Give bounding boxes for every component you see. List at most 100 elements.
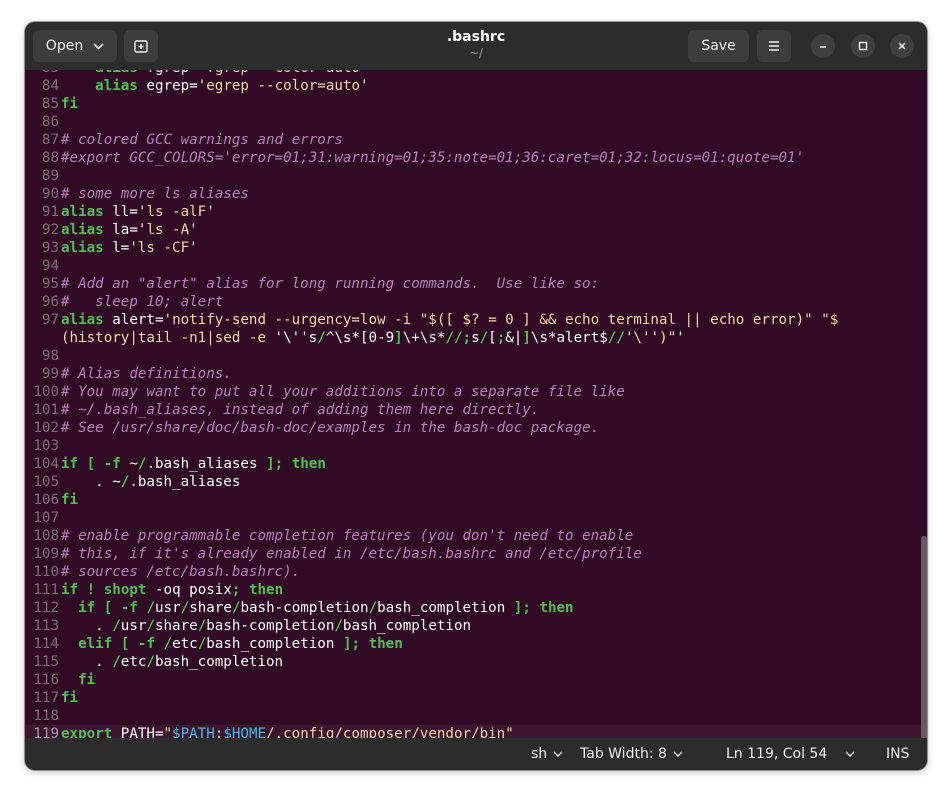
line-text: # some more ls aliases	[61, 186, 249, 202]
status-bar: sh Tab Width: 8 Ln 119, Col 54 INS	[25, 738, 927, 770]
line-number: 118	[33, 708, 59, 724]
go-to-line-dropdown[interactable]	[845, 738, 855, 770]
new-tab-button[interactable]	[124, 30, 158, 62]
line-number	[25, 329, 59, 347]
line-number: 91	[41, 204, 59, 220]
code-line[interactable]: 106 fi	[25, 491, 927, 509]
vertical-scrollbar[interactable]	[921, 536, 927, 738]
line-number: 98	[41, 348, 59, 364]
line-number: 90	[41, 186, 59, 202]
line-text: # ~/.bash_aliases, instead of adding the…	[61, 402, 540, 418]
line-text: if [ -f /usr/share/bash-completion/bash_…	[78, 600, 574, 616]
text-editor-view[interactable]: 83 alias fgrep='fgrep --color=auto'84 al…	[25, 70, 927, 738]
line-text: # colored GCC warnings and errors	[61, 132, 343, 148]
line-text: fi	[61, 492, 79, 508]
code-line[interactable]: 108 # enable programmable completion feat…	[25, 527, 927, 545]
code-line[interactable]: 90 # some more ls aliases	[25, 185, 927, 203]
open-button[interactable]: Open	[33, 30, 117, 62]
line-text: # See /usr/share/doc/bash-doc/examples i…	[61, 420, 600, 436]
line-number: 115	[33, 654, 59, 670]
new-tab-icon	[134, 40, 148, 53]
line-number: 83	[25, 70, 59, 77]
line-number: 116	[33, 672, 59, 688]
line-text: . /usr/share/bash-completion/bash_comple…	[61, 618, 472, 634]
code-line[interactable]: 93 alias l='ls -CF'	[25, 239, 927, 257]
code-line[interactable]: 84 alias egrep='egrep --color=auto'	[25, 77, 927, 95]
code-line[interactable]: 115 . /etc/bash_completion	[25, 653, 927, 671]
code-line[interactable]: 92 alias la='ls -A'	[25, 221, 927, 239]
minimize-button[interactable]	[811, 34, 835, 58]
code-line[interactable]: 104 if [ -f ~/.bash_aliases ]; then	[25, 455, 927, 473]
line-text: alias alert='notify-send --urgency=low -…	[61, 312, 839, 328]
code-line[interactable]: 91 alias ll='ls -alF'	[25, 203, 927, 221]
code-line[interactable]: 97 alias alert='notify-send --urgency=low…	[25, 311, 927, 329]
line-text: #export GCC_COLORS='error=01;31:warning=…	[61, 150, 805, 166]
line-number: 102	[33, 420, 59, 436]
code-line[interactable]: 112 if [ -f /usr/share/bash-completion/b…	[25, 599, 927, 617]
code-line[interactable]: 118	[25, 707, 927, 725]
maximize-button[interactable]	[851, 34, 875, 58]
line-text: alias la='ls -A'	[61, 222, 198, 238]
save-button[interactable]: Save	[688, 30, 749, 62]
code-line[interactable]: 87 # colored GCC warnings and errors	[25, 131, 927, 149]
line-number: 92	[41, 222, 59, 238]
code-line[interactable]: 89	[25, 167, 927, 185]
code-line[interactable]: 98	[25, 347, 927, 365]
line-text	[59, 113, 61, 131]
line-number: 96	[41, 294, 59, 310]
line-number: 110	[33, 564, 59, 580]
cursor-position[interactable]: Ln 119, Col 54	[726, 738, 827, 770]
line-number: 88	[41, 150, 59, 166]
code-line[interactable]: 105 . ~/.bash_aliases	[25, 473, 927, 491]
close-button[interactable]	[890, 34, 914, 58]
code-line[interactable]: 95 # Add an "alert" alias for long runnin…	[25, 275, 927, 293]
line-number: 106	[33, 492, 59, 508]
code-line[interactable]: 88 #export GCC_COLORS='error=01;31:warnin…	[25, 149, 927, 167]
cursor-position-label: Ln 119, Col 54	[726, 746, 828, 762]
code-line[interactable]: 100 # You may want to put all your additi…	[25, 383, 927, 401]
code-line[interactable]: 83 alias fgrep='fgrep --color=auto'	[25, 70, 927, 77]
line-number: 108	[33, 528, 59, 544]
code-line[interactable]: 86	[25, 113, 927, 131]
insert-mode-label: INS	[886, 746, 910, 762]
insert-mode-indicator[interactable]: INS	[886, 738, 910, 770]
code-line[interactable]: 109 # this, if it's already enabled in /e…	[25, 545, 927, 563]
code-line[interactable]: 111 if ! shopt -oq posix; then	[25, 581, 927, 599]
code-line[interactable]: 117 fi	[25, 689, 927, 707]
line-number: 107	[33, 510, 59, 526]
line-text: # Alias definitions.	[61, 366, 232, 382]
line-number: 103	[33, 438, 59, 454]
code-line[interactable]: 116 fi	[25, 671, 927, 689]
code-line[interactable]: 101 # ~/.bash_aliases, instead of adding …	[25, 401, 927, 419]
line-text	[59, 437, 61, 455]
line-text: . ~/.bash_aliases	[61, 474, 241, 490]
line-text	[59, 707, 61, 725]
line-number: 119	[33, 726, 59, 738]
code-line[interactable]: 102 # See /usr/share/doc/bash-doc/example…	[25, 419, 927, 437]
line-number: 84	[41, 78, 59, 94]
line-text: # Add an "alert" alias for long running …	[61, 276, 600, 292]
line-number: 100	[33, 384, 59, 400]
line-number: 99	[41, 366, 59, 382]
code-line[interactable]: 119 export PATH="$PATH:$HOME/.config/comp…	[25, 725, 927, 738]
line-number: 93	[41, 240, 59, 256]
code-line[interactable]: 96 # sleep 10; alert	[25, 293, 927, 311]
code-line[interactable]: 114 elif [ -f /etc/bash_completion ]; th…	[25, 635, 927, 653]
code-line[interactable]: 103	[25, 437, 927, 455]
code-line[interactable]: 85 fi	[25, 95, 927, 113]
code-line[interactable]: (history|tail -n1|sed -e '\''s/^\s*[0-9]…	[25, 329, 927, 347]
line-number: 85	[41, 96, 59, 112]
line-number: 114	[33, 636, 59, 652]
line-number: 111	[33, 582, 59, 598]
line-text: if [ -f ~/.bash_aliases ]; then	[61, 456, 326, 472]
main-menu-button[interactable]	[757, 30, 791, 62]
code-line[interactable]: 107	[25, 509, 927, 527]
tab-width-selector[interactable]: Tab Width: 8	[580, 738, 683, 770]
language-selector[interactable]: sh	[531, 738, 563, 770]
line-number: 104	[33, 456, 59, 472]
line-number: 109	[33, 546, 59, 562]
code-line[interactable]: 94	[25, 257, 927, 275]
code-line[interactable]: 113 . /usr/share/bash-completion/bash_co…	[25, 617, 927, 635]
code-line[interactable]: 110 # sources /etc/bash.bashrc).	[25, 563, 927, 581]
code-line[interactable]: 99 # Alias definitions.	[25, 365, 927, 383]
